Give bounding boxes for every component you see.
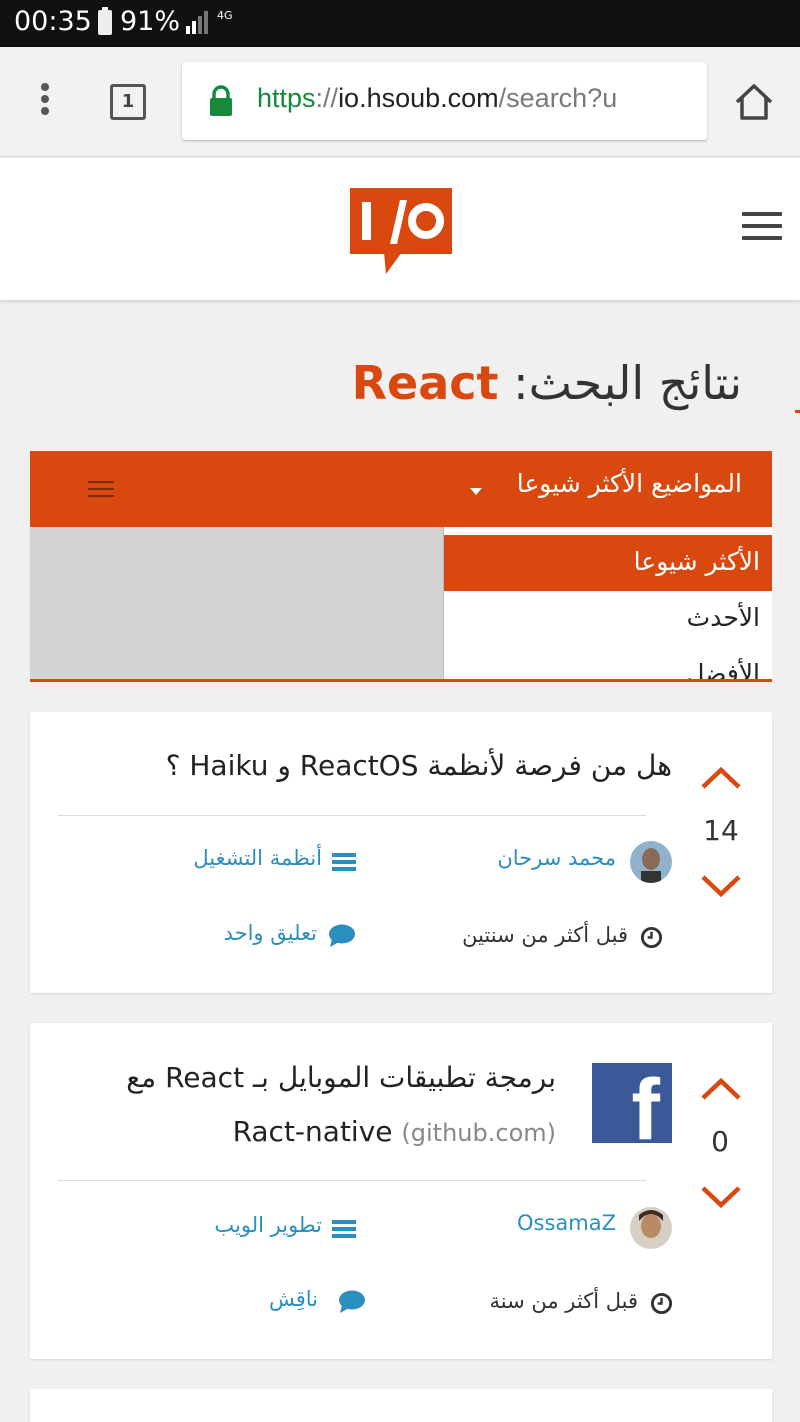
- lock-icon: [210, 85, 232, 116]
- post-author[interactable]: OssamaZ: [517, 1211, 616, 1235]
- downvote-icon[interactable]: [700, 1185, 742, 1209]
- comment-icon: [329, 924, 355, 947]
- site-menu-icon[interactable]: [742, 212, 782, 242]
- sort-option-best[interactable]: الأفضل: [444, 647, 772, 679]
- post-domain: (github.com): [401, 1119, 556, 1147]
- post-time: قبل أكثر من سنتين: [462, 923, 628, 947]
- url-text: https://io.hsoub.com/search?u: [257, 83, 618, 113]
- page-title: نتائج البحث: React: [351, 356, 742, 410]
- chevron-down-icon: [470, 488, 482, 495]
- list-icon: [332, 1220, 356, 1238]
- avatar[interactable]: [630, 1207, 672, 1249]
- post-author[interactable]: محمد سرحان: [497, 846, 616, 870]
- sort-dropdown[interactable]: الأكثر شيوعا الأحدث الأفضل: [443, 527, 772, 679]
- downvote-icon[interactable]: [700, 874, 742, 898]
- browser-toolbar: 1 https://io.hsoub.com/search?u: [0, 47, 800, 157]
- status-bar: 00:35 91% 4G: [0, 0, 800, 47]
- site-header: [0, 158, 800, 300]
- decorative-mark: [795, 410, 800, 413]
- sort-bar-label[interactable]: المواضيع الأكثر شيوعا: [517, 469, 742, 498]
- post-card: 14 هل من فرصة لأنظمة ReactOS و Haiku ؟ م…: [30, 712, 772, 993]
- comment-icon: [339, 1290, 365, 1313]
- list-menu-icon[interactable]: [88, 481, 114, 499]
- list-icon: [332, 853, 356, 871]
- io-logo[interactable]: [350, 188, 452, 274]
- address-bar[interactable]: https://io.hsoub.com/search?u: [182, 62, 707, 140]
- post-comments[interactable]: تعليق واحد: [224, 921, 317, 945]
- upvote-icon[interactable]: [700, 766, 742, 790]
- post-time: قبل أكثر من سنة: [489, 1289, 639, 1313]
- facebook-thumbnail[interactable]: f: [592, 1063, 672, 1143]
- upvote-icon[interactable]: [700, 1077, 742, 1101]
- sort-bar[interactable]: المواضيع الأكثر شيوعا: [30, 451, 772, 527]
- status-time: 00:35: [14, 6, 92, 37]
- post-title[interactable]: هل من فرصة لأنظمة ReactOS و Haiku ؟: [72, 739, 672, 793]
- post-community[interactable]: تطوير الويب: [214, 1213, 322, 1237]
- battery-percent: 91%: [120, 6, 181, 37]
- post-comments[interactable]: ناقِش: [269, 1287, 318, 1311]
- sort-option-newest[interactable]: الأحدث: [444, 591, 772, 647]
- post-card: [30, 1389, 772, 1422]
- avatar[interactable]: [630, 841, 672, 883]
- divider: [58, 1180, 646, 1181]
- overflow-menu-icon[interactable]: [34, 83, 56, 123]
- network-type: 4G: [217, 9, 233, 22]
- post-card: 0 f برمجة تطبيقات الموبايل بـ React مع R…: [30, 1023, 772, 1359]
- vote-count: 14: [703, 814, 739, 847]
- vote-count: 0: [711, 1125, 729, 1158]
- search-term: React: [351, 356, 499, 410]
- post-title[interactable]: برمجة تطبيقات الموبايل بـ React مع Ract-…: [56, 1051, 556, 1160]
- signal-icon: [186, 11, 208, 34]
- facebook-logo-icon: f: [631, 1063, 660, 1143]
- sort-dropdown-area: الأكثر شيوعا الأحدث الأفضل: [30, 527, 772, 682]
- tab-switcher-button[interactable]: 1: [110, 84, 146, 120]
- post-community[interactable]: أنظمة التشغيل: [193, 846, 322, 870]
- home-icon[interactable]: [733, 81, 775, 123]
- battery-icon: [98, 7, 112, 35]
- sort-option-popular[interactable]: الأكثر شيوعا: [444, 535, 772, 591]
- clock-icon: [650, 1292, 673, 1315]
- clock-icon: [640, 926, 663, 949]
- divider: [58, 815, 646, 816]
